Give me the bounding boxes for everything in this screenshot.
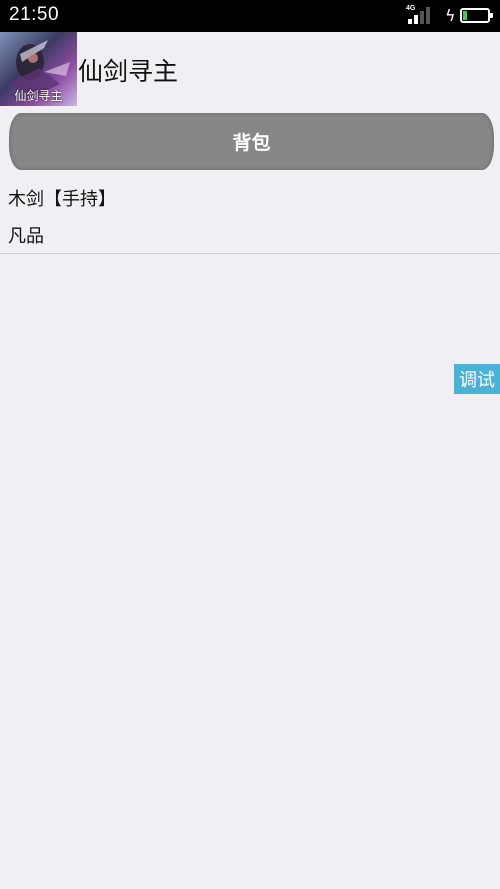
status-time: 21:50 (9, 4, 60, 25)
item-name[interactable]: 木剑【手持】 (8, 185, 116, 211)
divider (0, 253, 500, 254)
debug-button[interactable]: 调试 (454, 364, 500, 394)
item-grade: 凡品 (8, 226, 44, 247)
bag-button[interactable]: 背包 (9, 113, 494, 170)
app-header: 仙剑寻主 仙剑寻主 (0, 32, 500, 106)
network-type: 4G (406, 5, 416, 12)
lightning-icon: ϟ (445, 6, 456, 25)
app-title: 仙剑寻主 (78, 57, 179, 86)
battery-icon (460, 8, 493, 23)
app-logo: 仙剑寻主 (0, 32, 77, 106)
logo-caption: 仙剑寻主 (14, 89, 63, 103)
battery-level (463, 11, 467, 20)
status-bar: 21:50 4G ϟ (0, 0, 500, 32)
signal-icon: 4G (406, 5, 436, 24)
